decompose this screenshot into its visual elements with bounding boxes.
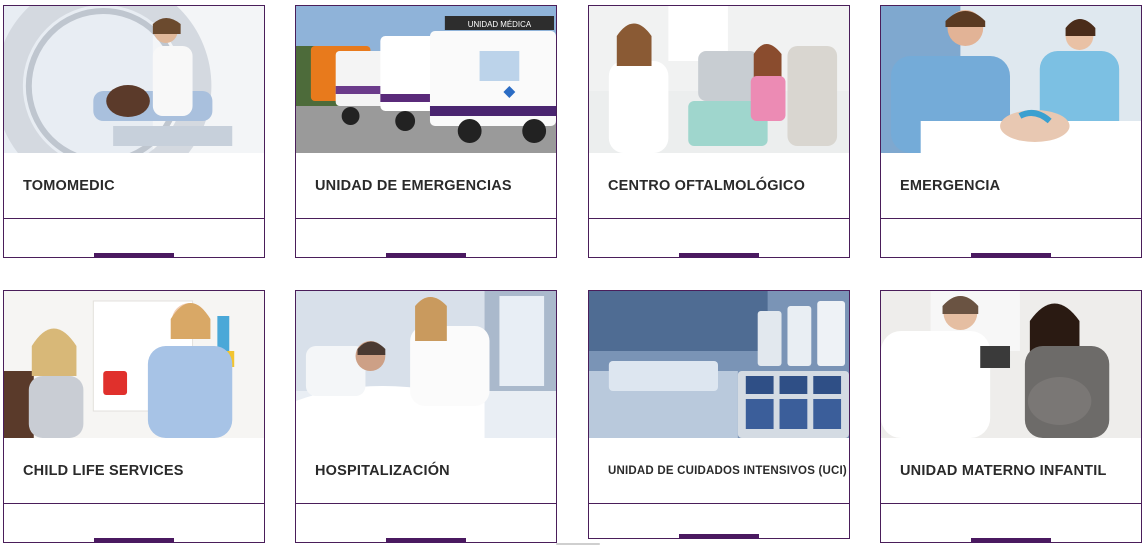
service-card-centro-oftalmologico[interactable]: CENTRO OFTALMOLÓGICO xyxy=(588,5,850,258)
service-title-area: TOMOMEDIC xyxy=(4,153,264,219)
service-title-area: UNIDAD DE CUIDADOS INTENSIVOS (UCI) xyxy=(589,438,849,504)
accent-bar xyxy=(971,253,1051,258)
accent-bar xyxy=(94,253,174,258)
service-title[interactable]: CHILD LIFE SERVICES xyxy=(23,463,184,479)
service-card-uci[interactable]: UNIDAD DE CUIDADOS INTENSIVOS (UCI) xyxy=(588,290,850,539)
child-play-photo[interactable] xyxy=(4,291,264,438)
service-card-unidad-emergencias[interactable]: UNIDAD MÉDICA UNIDAD DE EMERGENCIAS xyxy=(295,5,557,258)
service-title[interactable]: TOMOMEDIC xyxy=(23,178,115,194)
accent-bar xyxy=(679,534,759,539)
accent-bar xyxy=(386,538,466,543)
eye-exam-photo[interactable] xyxy=(589,6,849,153)
service-title[interactable]: CENTRO OFTALMOLÓGICO xyxy=(608,178,805,194)
service-card-emergencia[interactable]: EMERGENCIA xyxy=(880,5,1142,258)
emergency-care-photo[interactable] xyxy=(881,6,1141,153)
service-title-area: EMERGENCIA xyxy=(881,153,1141,219)
service-title[interactable]: UNIDAD DE CUIDADOS INTENSIVOS (UCI) xyxy=(608,465,847,477)
service-title-area: CENTRO OFTALMOLÓGICO xyxy=(589,153,849,219)
service-title[interactable]: UNIDAD DE EMERGENCIAS xyxy=(315,178,512,194)
service-title-area: CHILD LIFE SERVICES xyxy=(4,438,264,504)
ambulance-sign-text: UNIDAD MÉDICA xyxy=(468,20,532,29)
accent-bar xyxy=(679,253,759,258)
ct-scanner-photo[interactable] xyxy=(4,6,264,153)
icu-monitors-photo[interactable] xyxy=(589,291,849,438)
service-card-child-life[interactable]: CHILD LIFE SERVICES xyxy=(3,290,265,543)
service-card-materno-infantil[interactable]: UNIDAD MATERNO INFANTIL xyxy=(880,290,1142,543)
service-title[interactable]: EMERGENCIA xyxy=(900,178,1000,194)
hospital-bed-photo[interactable] xyxy=(296,291,556,438)
service-title-area: HOSPITALIZACIÓN xyxy=(296,438,556,504)
service-title[interactable]: UNIDAD MATERNO INFANTIL xyxy=(900,463,1107,479)
maternity-photo[interactable] xyxy=(881,291,1141,438)
service-card-hospitalizacion[interactable]: HOSPITALIZACIÓN xyxy=(295,290,557,543)
service-title[interactable]: HOSPITALIZACIÓN xyxy=(315,463,450,479)
service-title-area: UNIDAD MATERNO INFANTIL xyxy=(881,438,1141,504)
service-card-tomomedic[interactable]: TOMOMEDIC xyxy=(3,5,265,258)
accent-bar xyxy=(386,253,466,258)
service-title-area: UNIDAD DE EMERGENCIAS xyxy=(296,153,556,219)
accent-bar xyxy=(971,538,1051,543)
accent-bar xyxy=(94,538,174,543)
ambulances-photo[interactable]: UNIDAD MÉDICA xyxy=(296,6,556,153)
